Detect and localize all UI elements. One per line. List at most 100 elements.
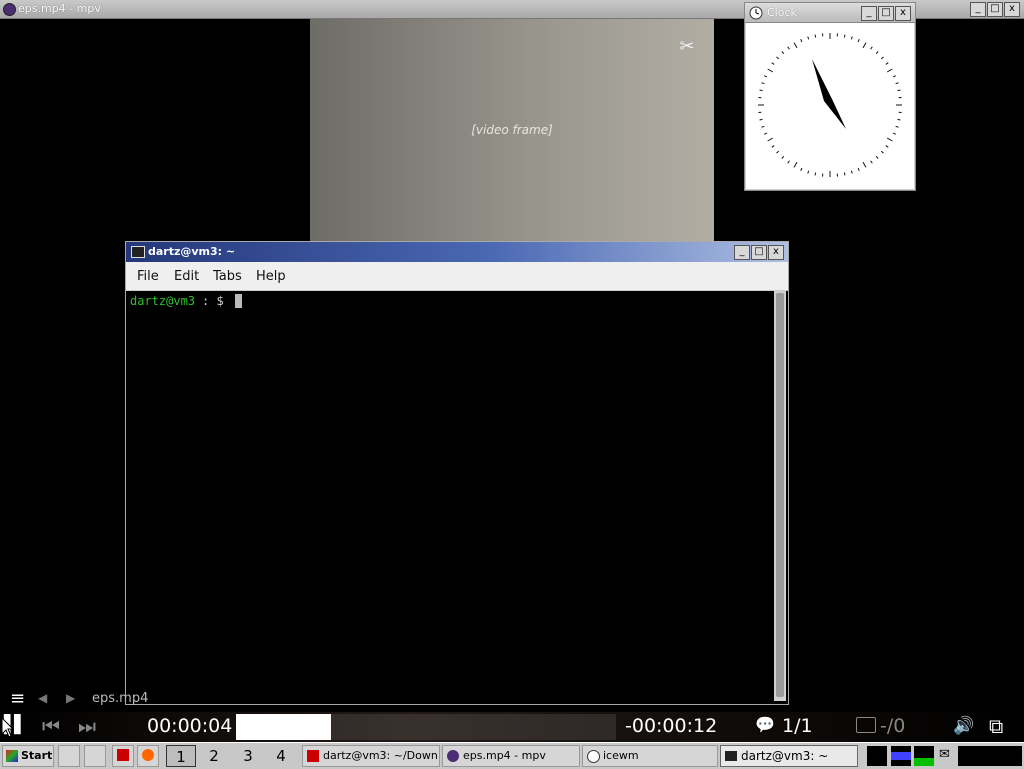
clock-close-button[interactable]: x bbox=[895, 6, 911, 21]
terminal-titlebar[interactable]: dartz@vm3: ~ _ □ x bbox=[126, 242, 788, 262]
next-file-icon[interactable]: ▶ bbox=[66, 691, 75, 705]
clock-tick bbox=[764, 133, 767, 134]
volume-icon[interactable]: 🔊 bbox=[953, 716, 974, 736]
quicklaunch-editor-icon[interactable] bbox=[58, 745, 80, 767]
clock-tick bbox=[788, 47, 790, 49]
elapsed-time[interactable]: 00:00:04 bbox=[147, 715, 232, 737]
terminal-minimize-button[interactable]: _ bbox=[734, 245, 750, 260]
prompt-user: dartz@vm3 bbox=[130, 294, 195, 308]
quicklaunch-filemanager-icon[interactable] bbox=[84, 745, 106, 767]
menu-edit[interactable]: Edit bbox=[174, 269, 199, 284]
terminal-output[interactable]: dartz@vm3 : $ bbox=[128, 291, 772, 701]
audio-track-count[interactable]: -/0 bbox=[880, 715, 905, 737]
terminal-title: dartz@vm3: ~ bbox=[148, 245, 235, 258]
terminal-scrollbar[interactable] bbox=[774, 291, 786, 701]
clock-tick bbox=[863, 162, 866, 167]
clock-title: Clock bbox=[767, 6, 797, 19]
memory-monitor[interactable] bbox=[891, 746, 911, 766]
start-button[interactable]: Start bbox=[2, 745, 54, 767]
clock-titlebar[interactable]: Clock _ □ x bbox=[745, 3, 915, 23]
clock-tick bbox=[782, 51, 784, 53]
seek-bar[interactable] bbox=[236, 714, 616, 740]
video-frame[interactable]: [video frame] ✂ bbox=[310, 19, 714, 241]
terminal-cursor bbox=[235, 294, 242, 308]
menu-tabs[interactable]: Tabs bbox=[213, 269, 242, 284]
task-label: icewm bbox=[603, 749, 639, 762]
clock-tick bbox=[863, 43, 866, 48]
clock-tick bbox=[808, 37, 809, 40]
cpu-monitor[interactable] bbox=[914, 746, 934, 766]
skip-forward-icon[interactable]: ⏭ bbox=[78, 714, 96, 738]
subtitle-track-count[interactable]: 1/1 bbox=[782, 715, 813, 737]
clock-window[interactable]: Clock _ □ x bbox=[744, 2, 916, 191]
clock-tick bbox=[858, 39, 859, 42]
terminal-maximize-button[interactable]: □ bbox=[751, 245, 767, 260]
menu-file[interactable]: File bbox=[137, 269, 159, 284]
clock-tick bbox=[801, 168, 802, 171]
skip-back-icon[interactable]: ⏮ bbox=[42, 714, 60, 738]
osc-top-row: ≡ ◀ ▶ eps.mp4 bbox=[0, 688, 300, 712]
clock-tick bbox=[893, 133, 896, 134]
subtitle-off-icon[interactable] bbox=[856, 717, 876, 733]
quicklaunch-firefox-icon[interactable] bbox=[137, 745, 159, 767]
clock-tick bbox=[794, 43, 797, 48]
start-logo-icon bbox=[6, 750, 18, 762]
quicklaunch-terminal-icon[interactable] bbox=[112, 745, 134, 767]
clock-tick bbox=[801, 39, 802, 42]
task-label: dartz@vm3: ~/Down... bbox=[323, 749, 440, 762]
mpv-task-icon bbox=[447, 750, 459, 762]
clock-tick bbox=[886, 146, 888, 148]
clock-tick bbox=[881, 151, 883, 153]
menu-help[interactable]: Help bbox=[256, 269, 286, 284]
clock-tick bbox=[876, 51, 878, 53]
start-label: Start bbox=[21, 749, 52, 762]
clock-tick bbox=[886, 63, 888, 65]
clock-tick bbox=[844, 35, 845, 38]
clock-tick bbox=[844, 172, 845, 175]
workspace-4[interactable]: 4 bbox=[266, 745, 296, 767]
clock-tick bbox=[876, 156, 878, 158]
terminal-task-icon bbox=[725, 751, 737, 761]
mpv-minimize-button[interactable]: _ bbox=[970, 2, 986, 17]
clock-tick bbox=[881, 57, 883, 59]
mail-icon[interactable]: ✉ bbox=[939, 748, 953, 762]
clock-maximize-button[interactable]: □ bbox=[878, 6, 894, 21]
clock-tick bbox=[896, 83, 899, 84]
clock-tick bbox=[772, 146, 774, 148]
mpv-close-button[interactable]: x bbox=[1004, 2, 1020, 17]
fullscreen-icon[interactable]: ⧉ bbox=[989, 714, 1003, 738]
clock-tick bbox=[896, 126, 899, 127]
terminal-close-button[interactable]: x bbox=[768, 245, 784, 260]
taskbar: Start 1 2 3 4 dartz@vm3: ~/Down... eps.m… bbox=[0, 742, 1024, 769]
task-terminal-downloads[interactable]: dartz@vm3: ~/Down... bbox=[302, 745, 440, 767]
clock-tick bbox=[815, 172, 816, 175]
analog-clock-face bbox=[745, 23, 915, 189]
task-mpv[interactable]: eps.mp4 - mpv bbox=[442, 745, 580, 767]
remaining-time[interactable]: -00:00:12 bbox=[625, 715, 717, 737]
taskbar-clock[interactable] bbox=[958, 746, 1022, 766]
clock-tick bbox=[782, 156, 784, 158]
workspace-3[interactable]: 3 bbox=[233, 745, 263, 767]
workspace-2[interactable]: 2 bbox=[199, 745, 229, 767]
playlist-icon[interactable]: ≡ bbox=[10, 688, 25, 709]
subtitle-speech-icon[interactable]: 💬 bbox=[755, 715, 775, 734]
task-label: eps.mp4 - mpv bbox=[463, 749, 546, 762]
terminal-window[interactable]: dartz@vm3: ~ _ □ x File Edit Tabs Help d… bbox=[125, 241, 789, 705]
clock-tick bbox=[764, 76, 767, 77]
clock-minimize-button[interactable]: _ bbox=[861, 6, 877, 21]
task-icewm[interactable]: icewm bbox=[582, 745, 718, 767]
mpv-maximize-button[interactable]: □ bbox=[987, 2, 1003, 17]
terminal-scrollbar-thumb[interactable] bbox=[776, 293, 784, 697]
clock-tick bbox=[887, 138, 892, 141]
network-monitor[interactable] bbox=[867, 746, 887, 766]
mpv-window-title: eps.mp4 - mpv bbox=[18, 2, 101, 15]
workspace-1[interactable]: 1 bbox=[166, 745, 196, 767]
clock-tick bbox=[760, 90, 763, 91]
clock-tick bbox=[897, 90, 900, 91]
task-terminal-active[interactable]: dartz@vm3: ~ bbox=[720, 745, 858, 767]
prev-file-icon[interactable]: ◀ bbox=[38, 691, 47, 705]
video-frame-placeholder: [video frame] bbox=[310, 19, 714, 241]
osc-filename: eps.mp4 bbox=[92, 691, 148, 706]
clock-tick bbox=[762, 83, 765, 84]
mpv-app-icon bbox=[3, 3, 16, 16]
